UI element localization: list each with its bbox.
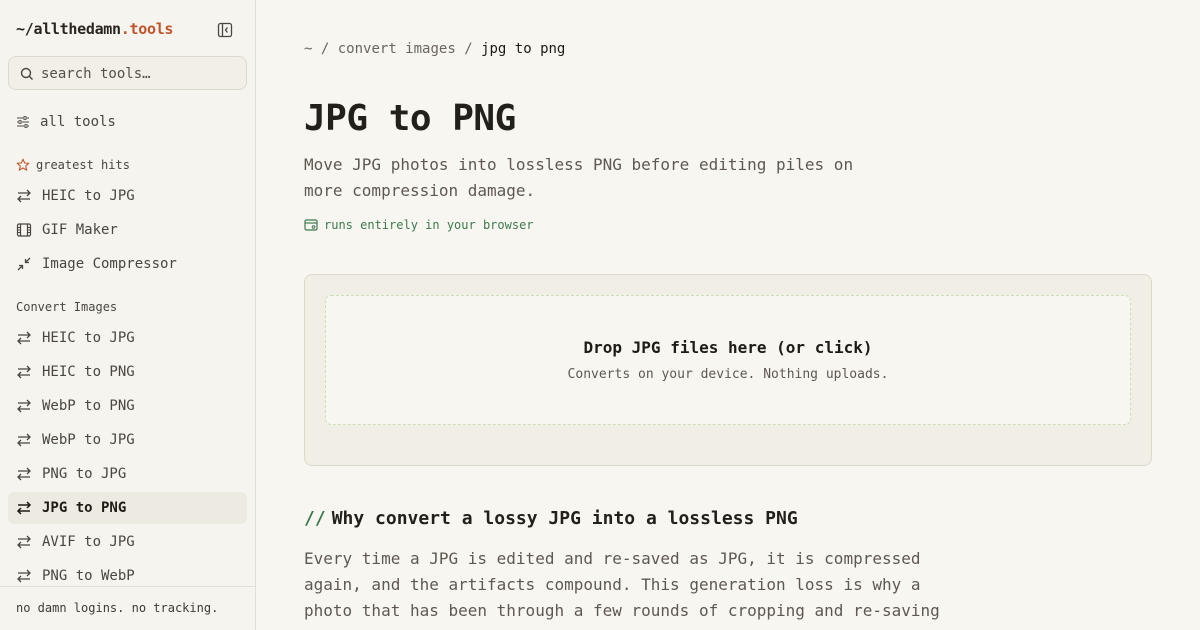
arrows-swap-icon	[17, 365, 31, 379]
film-icon	[16, 223, 32, 237]
page-subtitle: Move JPG photos into lossless PNG before…	[304, 155, 854, 200]
brand-prefix: ~/allthedamn	[16, 20, 121, 38]
arrows-swap-icon	[17, 569, 31, 583]
sidebar-item-label: AVIF to JPG	[42, 534, 135, 550]
arrows-swap-icon	[17, 535, 31, 549]
heading-slashes: //	[304, 508, 326, 529]
browser-icon	[304, 219, 318, 231]
sidebar-item-image-compressor[interactable]: Image Compressor	[8, 248, 247, 280]
breadcrumb-section[interactable]: convert images	[338, 41, 456, 57]
brand-logo[interactable]: ~/allthedamn.tools	[16, 20, 173, 38]
arrows-swap-icon	[17, 467, 31, 481]
sidebar-item-label: WebP to JPG	[42, 432, 135, 448]
convert-images-heading: Convert Images	[16, 300, 117, 314]
greatest-hits-heading: greatest hits	[16, 158, 130, 172]
sidebar-item-label: HEIC to JPG	[42, 188, 135, 204]
breadcrumb-current: jpg to png	[481, 41, 566, 57]
sidebar-footer: no damn logins. no tracking.	[0, 586, 255, 630]
compress-icon	[17, 257, 31, 271]
sidebar-item-label: HEIC to JPG	[42, 330, 135, 346]
sidebar: ~/allthedamn.tools all tools greates	[0, 0, 256, 630]
sidebar-item-webp-to-png[interactable]: WebP to PNG	[8, 390, 247, 422]
search-icon	[20, 67, 33, 80]
sidebar-item-webp-to-jpg[interactable]: WebP to JPG	[8, 424, 247, 456]
brand-tld: .tools	[120, 20, 174, 38]
breadcrumb-separator: /	[464, 41, 473, 57]
arrows-swap-icon	[16, 501, 32, 515]
sidebar-item-heic-to-jpg[interactable]: HEIC to JPG	[8, 180, 247, 212]
breadcrumb-home[interactable]: ~	[304, 41, 312, 57]
sidebar-item-label: GIF Maker	[42, 222, 118, 238]
file-dropzone[interactable]: Drop JPG files here (or click) Converts …	[325, 295, 1131, 425]
main-content: ~ / convert images / jpg to png JPG to P…	[256, 0, 1200, 630]
sidebar-item-heic-to-jpg-2[interactable]: HEIC to JPG	[8, 322, 247, 354]
converter-panel: Drop JPG files here (or click) Converts …	[304, 274, 1152, 466]
convert-images-label: Convert Images	[16, 300, 118, 314]
section-heading: //Why convert a lossy JPG into a lossles…	[304, 508, 798, 529]
sidebar-item-png-to-jpg[interactable]: PNG to JPG	[8, 458, 247, 490]
arrows-swap-icon	[17, 433, 31, 447]
sidebar-item-label: JPG to PNG	[42, 500, 127, 516]
search-input[interactable]	[41, 63, 241, 85]
section-body: Every time a JPG is edited and re-saved …	[304, 549, 940, 620]
breadcrumb: ~ / convert images / jpg to png	[304, 41, 565, 57]
collapse-sidebar-button[interactable]	[217, 22, 233, 38]
browser-only-badge: runs entirely in your browser	[304, 218, 534, 232]
sidebar-item-label: PNG to JPG	[42, 466, 127, 482]
search-box	[8, 56, 247, 90]
section-heading-text: Why convert a lossy JPG into a lossless …	[331, 508, 798, 529]
breadcrumb-separator: /	[320, 41, 330, 57]
page-title: JPG to PNG	[304, 98, 516, 139]
sidebar-item-label: WebP to PNG	[42, 398, 135, 414]
badge-label: runs entirely in your browser	[324, 218, 534, 232]
sidebar-item-heic-to-png[interactable]: HEIC to PNG	[8, 356, 247, 388]
dropzone-title: Drop JPG files here (or click)	[583, 338, 873, 357]
sidebar-item-jpg-to-png[interactable]: JPG to PNG	[8, 492, 247, 524]
sidebar-item-gif-maker[interactable]: GIF Maker	[8, 214, 247, 246]
arrows-swap-icon	[17, 189, 31, 203]
sliders-icon	[17, 116, 29, 128]
sidebar-item-avif-to-jpg[interactable]: AVIF to JPG	[8, 526, 247, 558]
greatest-hits-label: greatest hits	[36, 158, 130, 172]
sidebar-item-label: Image Compressor	[42, 256, 177, 272]
sidebar-collapse-icon	[217, 22, 233, 38]
nav-all-tools[interactable]: all tools	[16, 112, 116, 132]
arrows-swap-icon	[17, 331, 31, 345]
sidebar-item-label: HEIC to PNG	[42, 364, 135, 380]
arrows-swap-icon	[17, 399, 31, 413]
star-icon	[16, 158, 30, 171]
nav-all-tools-label: all tools	[40, 114, 116, 130]
dropzone-subtitle: Converts on your device. Nothing uploads…	[567, 367, 889, 382]
sidebar-item-label: PNG to WebP	[42, 568, 135, 584]
